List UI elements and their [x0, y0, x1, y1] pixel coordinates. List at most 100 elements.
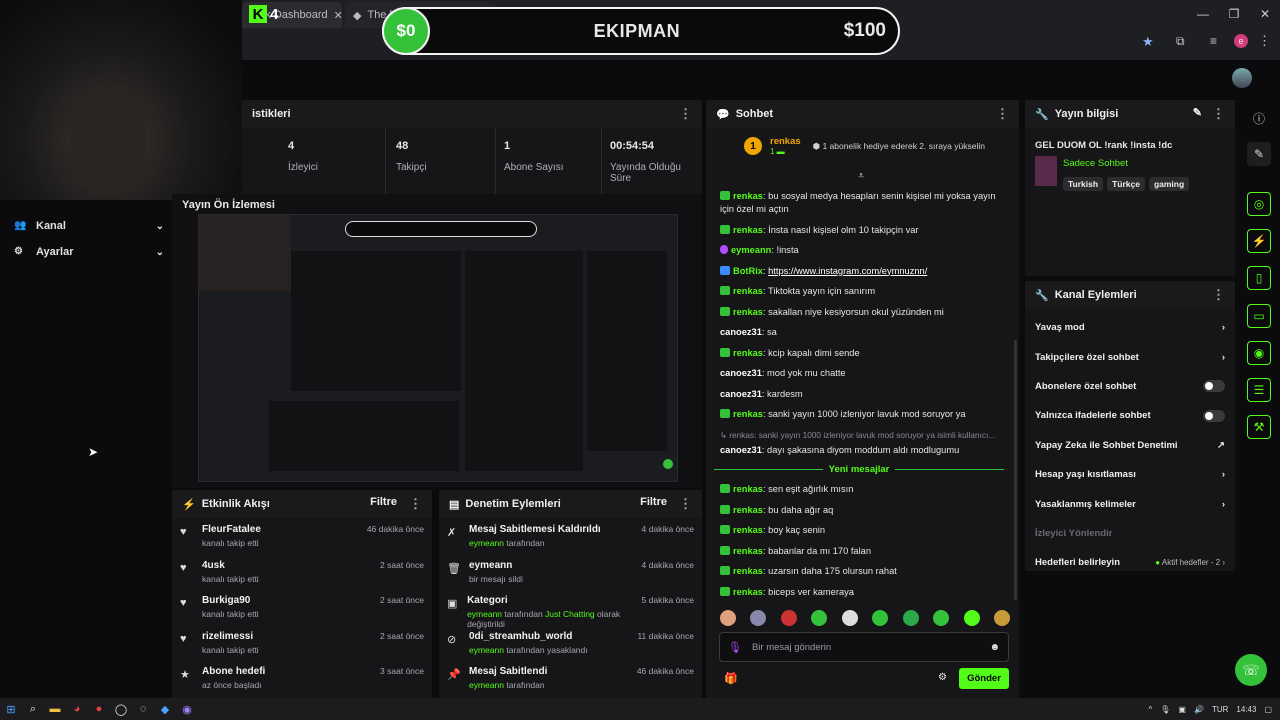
subscribers-only-toggle[interactable]	[1203, 380, 1225, 393]
emote-red[interactable]	[780, 610, 797, 626]
support-chat-button[interactable]: ☏	[1235, 654, 1267, 686]
tag[interactable]: Türkçe	[1107, 177, 1145, 191]
emote-face[interactable]	[720, 610, 736, 626]
user-avatar[interactable]	[1232, 68, 1252, 88]
stat-value: 4	[288, 140, 295, 152]
chat-username[interactable]: canoez31	[720, 445, 762, 455]
chat-username[interactable]: renkas	[733, 286, 763, 296]
emoji-icon[interactable]: ☻	[989, 642, 1000, 653]
app-icon[interactable]: ◌	[132, 698, 154, 720]
send-button[interactable]: Gönder	[959, 668, 1009, 689]
chat-username[interactable]: renkas	[733, 505, 763, 515]
chrome-icon[interactable]: ◕	[66, 698, 88, 720]
chat-username[interactable]: renkas	[733, 566, 763, 576]
more-icon[interactable]: ⋮	[679, 106, 692, 122]
extensions-icon[interactable]: ⧉	[1176, 34, 1185, 49]
emote-ghost[interactable]	[963, 610, 980, 626]
emotes-only-toggle[interactable]	[1203, 409, 1225, 422]
info-icon[interactable]: ⓘ	[1247, 106, 1271, 130]
windows-start-icon[interactable]: ⊞	[0, 698, 22, 720]
chat-username[interactable]: BotRix	[733, 266, 763, 276]
chat-username[interactable]: eymeann	[731, 245, 771, 255]
broadcast-icon[interactable]: ◉	[1247, 341, 1271, 365]
notification-icon[interactable]: ▢	[1264, 705, 1272, 714]
item-time: 2 saat önce	[380, 595, 424, 605]
more-icon[interactable]: ⋮	[996, 106, 1009, 122]
chat-username[interactable]: renkas	[733, 587, 763, 597]
emote-cup[interactable]	[811, 610, 828, 626]
edit-icon[interactable]: ✎	[1247, 142, 1271, 166]
action-slow-mode[interactable]: Yavaş mod ›	[1025, 313, 1235, 342]
action-host[interactable]: İzleyici Yönlendir	[1025, 519, 1235, 548]
chat-bubble-icon[interactable]: ▭	[1247, 304, 1271, 328]
scan-icon[interactable]: ◎	[1247, 192, 1271, 216]
close-icon[interactable]: ✕	[334, 9, 342, 22]
chat-link[interactable]: https://www.instagram.com/eymnuznn/	[768, 266, 927, 276]
chat-username[interactable]: renkas	[733, 307, 763, 317]
chat-input[interactable]: 🎙 Bir mesaj gönderin ☻	[719, 632, 1009, 662]
chat-username[interactable]: canoez31	[720, 368, 762, 378]
sidebar-item-kanal[interactable]: 👥 Kanal ⌄	[14, 220, 164, 232]
chat-username[interactable]: renkas	[733, 191, 763, 201]
edit-icon[interactable]: ✎	[1193, 106, 1202, 122]
emote-smile[interactable]	[993, 610, 1010, 626]
chat-username[interactable]: renkas	[733, 409, 763, 419]
language-indicator[interactable]: TUR	[1212, 705, 1228, 714]
minimize-button[interactable]: —	[1186, 4, 1220, 24]
expand-icon[interactable]: ⩡	[858, 170, 864, 183]
action-ai-moderation[interactable]: Yapay Zeka ile Sohbet Denetimi ↗	[1025, 431, 1235, 460]
document-icon[interactable]: ▯	[1247, 266, 1271, 290]
chat-username[interactable]: renkas	[733, 525, 763, 535]
chat-settings-icon[interactable]: ⚙	[938, 672, 947, 683]
mic-app-icon[interactable]: ●	[88, 698, 110, 720]
close-window-button[interactable]: ✕	[1248, 4, 1280, 24]
action-banned-words[interactable]: Yasaklanmış kelimeler ›	[1025, 489, 1235, 518]
chat-username[interactable]: renkas	[733, 348, 763, 358]
sidebar-item-ayarlar[interactable]: ⚙ Ayarlar ⌄	[14, 246, 164, 258]
emote-green-1[interactable]	[872, 610, 889, 626]
media-icon[interactable]: ≡	[1210, 34, 1217, 48]
more-icon[interactable]: ⋮	[409, 496, 422, 512]
emote-ball[interactable]	[841, 610, 858, 626]
search-icon[interactable]: ⌕	[22, 698, 44, 720]
more-icon[interactable]: ⋮	[679, 496, 692, 512]
action-account-age[interactable]: Hesap yaşı kısıtlaması ›	[1025, 460, 1235, 489]
chat-username[interactable]: canoez31	[720, 389, 762, 399]
volume-icon[interactable]: 🔊	[1194, 705, 1204, 714]
chat-username[interactable]: renkas	[733, 546, 763, 556]
tools-icon[interactable]: ⚒	[1247, 415, 1271, 439]
more-icon[interactable]: ⋮	[1212, 287, 1225, 303]
obs-icon[interactable]: ◯	[110, 698, 132, 720]
action-set-goals[interactable]: Hedefleri belirleyin ● Aktif hedefler - 2…	[1025, 548, 1235, 577]
tag[interactable]: gaming	[1148, 177, 1190, 191]
bolt-icon[interactable]: ⚡	[1247, 229, 1271, 253]
gift-box-icon[interactable]: 🎁	[724, 672, 738, 685]
mic-tray-icon[interactable]: 🎙	[1160, 705, 1170, 714]
filter-button[interactable]: Filtre	[640, 496, 667, 512]
network-icon[interactable]: ▣	[1178, 705, 1186, 714]
profile-avatar[interactable]: e	[1234, 34, 1248, 48]
clock[interactable]: 14:43	[1236, 705, 1256, 714]
more-icon[interactable]: ⋮	[1212, 106, 1225, 122]
discord-icon[interactable]: ◉	[176, 698, 198, 720]
folder-icon[interactable]: ▬	[44, 698, 66, 720]
emote-green-2[interactable]	[902, 610, 919, 626]
tag[interactable]: Turkish	[1063, 177, 1104, 191]
emote-bird[interactable]	[750, 610, 767, 626]
preview-video[interactable]	[198, 214, 678, 482]
emote-green-3[interactable]	[933, 610, 950, 626]
app-icon[interactable]: ◆	[154, 698, 176, 720]
action-followers-only[interactable]: Takipçilere özel sohbet ›	[1025, 342, 1235, 371]
browser-menu-icon[interactable]: ⋮	[1258, 33, 1271, 49]
chat-username[interactable]: renkas	[733, 484, 763, 494]
stream-category[interactable]: Sadece Sohbet	[1063, 158, 1128, 169]
gift-leaderboard[interactable]: 1 renkas 1 ▬ ⬢ 1 abonelik hediye ederek 2…	[744, 136, 985, 156]
bookmark-star-icon[interactable]: ★	[1142, 34, 1154, 50]
chat-scrollbar[interactable]	[1014, 340, 1017, 600]
filter-button[interactable]: Filtre	[370, 496, 397, 512]
maximize-button[interactable]: ❐	[1217, 4, 1251, 24]
chat-username[interactable]: renkas	[733, 225, 763, 235]
tray-chevron-icon[interactable]: ^	[1149, 705, 1153, 714]
chat-username[interactable]: canoez31	[720, 327, 762, 337]
list-icon[interactable]: ☰	[1247, 378, 1271, 402]
